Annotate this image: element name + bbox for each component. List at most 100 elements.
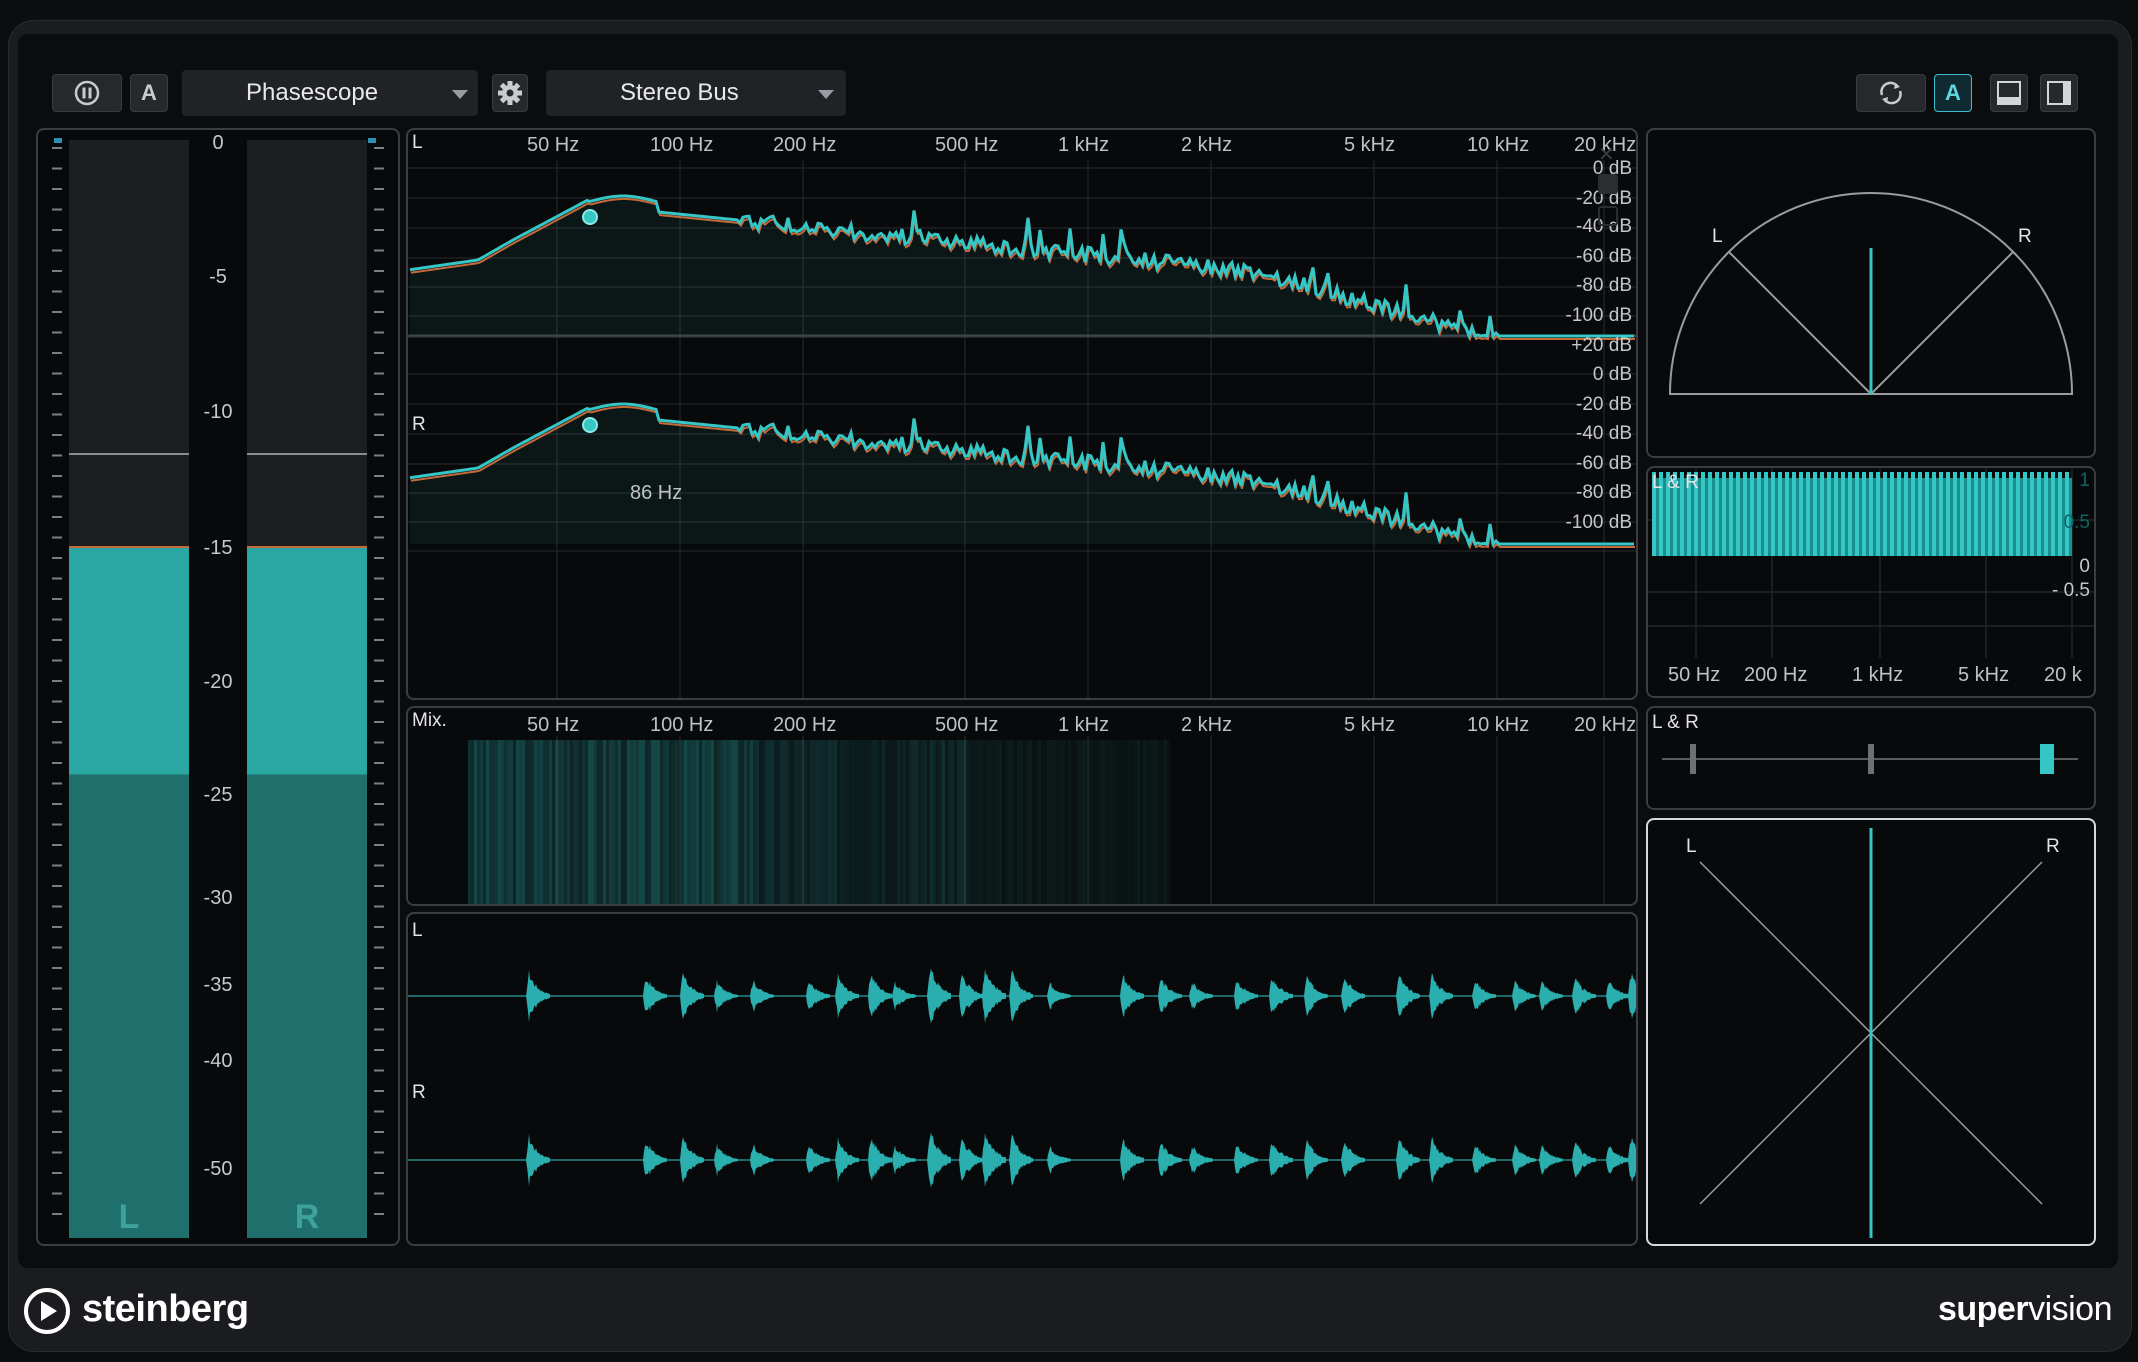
spectrogram-freq-label: 2 kHz (1181, 714, 1233, 736)
pause-button[interactable] (52, 74, 122, 112)
oscilloscope-channel-right: R (412, 1082, 426, 1103)
oscilloscope-channel-left: L (412, 920, 423, 941)
brand-name: steinberg (82, 1288, 249, 1330)
spectrum-db-label: -60 dB (1576, 246, 1632, 267)
meter-scale-label: -25 (203, 784, 233, 806)
auto-listen-button[interactable]: A (1934, 74, 1972, 112)
correlation-freq-label: 50 Hz (1668, 664, 1721, 686)
layout-bottom-icon (1997, 81, 2021, 105)
spectrogram-freq-label: 5 kHz (1344, 714, 1396, 736)
meter-scale-label: -10 (203, 401, 233, 423)
spectrogram-freq-label: 500 Hz (935, 714, 999, 736)
correlation-freq-label: 5 kHz (1958, 664, 2010, 686)
layout-bottom-button[interactable] (1990, 74, 2028, 112)
auto-button-label: A (141, 80, 157, 105)
correlation-y-label: 0 (2079, 556, 2090, 577)
waveform-graph (408, 968, 1636, 1188)
spectrogram-freq-label: 1 kHz (1058, 714, 1110, 736)
channel-label-right: R (294, 1198, 320, 1236)
goniometer-panel[interactable]: L R (1646, 818, 2096, 1246)
pause-icon (74, 80, 100, 106)
spectrum-panel[interactable]: L R 50 Hz 100 Hz 200 Hz 500 Hz 1 kHz 2 kHz 5 k… (406, 128, 1638, 700)
correlation-y-label: 1 (2079, 470, 2090, 491)
balance-marker-center[interactable] (1868, 744, 1874, 774)
zoom-in-icon[interactable] (1598, 206, 1618, 226)
spectrogram-freq-label: 50 Hz (527, 714, 580, 736)
bus-dropdown[interactable]: Stereo Bus (546, 70, 846, 116)
spectrum-channel-right: R (412, 414, 426, 435)
spectrogram-panel[interactable]: Mix. 50 Hz 100 Hz 200 Hz 500 Hz 1 kHz 2 kHz 5 … (406, 706, 1638, 906)
correlation-spectrum-panel[interactable]: L & R 1 0.5 0 - 0.5 50 Hz 200 Hz 1 kHz 5 kHz 20… (1646, 466, 2096, 698)
product-name-super: super (1937, 1290, 2029, 1328)
spectrum-db-label: -60 dB (1576, 453, 1632, 474)
zoom-out-icon[interactable] (1598, 174, 1618, 194)
auto-button[interactable]: A (130, 74, 168, 112)
sync-button[interactable] (1856, 74, 1926, 112)
chevron-down-icon (452, 90, 468, 99)
spectrogram-freq-label: 100 Hz (650, 714, 714, 736)
meter-scale-label: -30 (203, 887, 233, 909)
spectrum-freq-label: 5 kHz (1344, 134, 1396, 156)
phase-meter-right-label: R (2018, 226, 2032, 247)
spectrum-graph (408, 160, 1636, 698)
module-dropdown[interactable]: Phasescope (182, 70, 478, 116)
product-name-vision: vision (2028, 1290, 2112, 1328)
spectrum-freq-label: 10 kHz (1467, 134, 1530, 156)
correlation-y-label: 0.5 (2063, 512, 2090, 533)
phase-meter-panel[interactable]: L R (1646, 128, 2096, 458)
correlation-graph (1648, 468, 2094, 658)
balance-indicator (2040, 744, 2054, 774)
balance-label: L & R (1652, 712, 1699, 733)
phase-meter-left-label: L (1712, 226, 1723, 247)
layout-side-icon (2047, 81, 2071, 105)
spectrum-db-label: -100 dB (1565, 512, 1632, 533)
level-meter-panel[interactable]: 0 -5 -10 -15 -20 -25 -30 -35 -40 -50 L R (36, 128, 400, 1246)
sync-icon (1880, 81, 1902, 105)
module-name: Phasescope (246, 79, 379, 106)
correlation-freq-label: 20 k (2044, 664, 2082, 686)
spectrum-db-label: -80 dB (1576, 275, 1632, 296)
meter-scale-label: -15 (203, 537, 233, 559)
spectrum-freq-label: 100 Hz (650, 134, 714, 156)
spectrogram-freq-label: 10 kHz (1467, 714, 1530, 736)
steinberg-logo-icon (24, 1288, 70, 1334)
correlation-label: L & R (1652, 472, 1699, 493)
spectrum-db-label: -20 dB (1576, 394, 1632, 415)
spectrum-freq-label: 50 Hz (527, 134, 580, 156)
spectrum-freq-label: 1 kHz (1058, 134, 1110, 156)
spectrum-db-label: -80 dB (1576, 482, 1632, 503)
spectrum-db-label: +20 dB (1571, 335, 1632, 356)
settings-button[interactable] (492, 74, 528, 112)
spectrogram-freq-label: 200 Hz (773, 714, 837, 736)
spectrum-db-label: -40 dB (1576, 423, 1632, 444)
spectrum-freq-label: 500 Hz (935, 134, 999, 156)
auto-listen-label: A (1945, 80, 1961, 105)
layout-side-button[interactable] (2040, 74, 2078, 112)
spectrogram-graph (468, 736, 1605, 904)
balance-marker-left[interactable] (1690, 744, 1696, 774)
correlation-y-label: - 0.5 (2051, 580, 2090, 601)
oscilloscope-panel[interactable]: L R (406, 912, 1638, 1246)
spectrum-channel-left: L (412, 132, 423, 153)
spectrogram-freq-label: 20 kHz (1574, 714, 1637, 736)
spectrum-db-label: -100 dB (1565, 305, 1632, 326)
close-icon[interactable]: ✕ (1598, 142, 1618, 166)
goniometer-right-label: R (2046, 836, 2060, 857)
meter-scale-label: -40 (203, 1050, 233, 1072)
spectrogram-label: Mix. (412, 710, 447, 731)
meter-scale-label: -5 (209, 266, 227, 288)
meter-scale-label: -20 (203, 671, 233, 693)
correlation-freq-label: 1 kHz (1852, 664, 1904, 686)
goniometer-graph (1699, 828, 2043, 1238)
peak-frequency-label: 86 Hz (630, 482, 683, 504)
spectrum-freq-label: 2 kHz (1181, 134, 1233, 156)
meter-scale-label: 0 (212, 132, 224, 154)
meter-scale-label: -50 (203, 1158, 233, 1180)
goniometer-left-label: L (1686, 836, 1697, 857)
bus-name: Stereo Bus (620, 79, 739, 106)
phase-meter-graph (1668, 192, 2074, 395)
gear-icon (498, 81, 522, 105)
correlation-freq-label: 200 Hz (1744, 664, 1808, 686)
balance-meter-panel[interactable]: L & R (1646, 706, 2096, 810)
channel-label-left: L (118, 1198, 140, 1236)
